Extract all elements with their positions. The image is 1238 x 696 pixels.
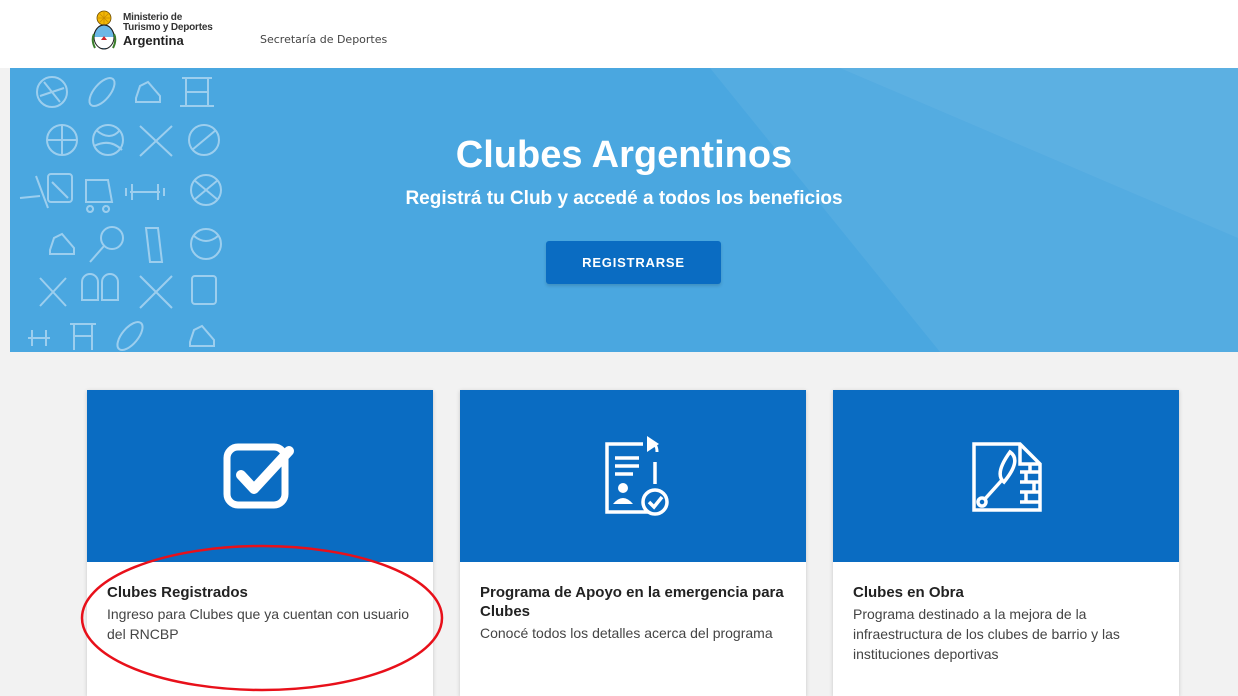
construction-trowel-icon [972,442,1042,512]
card-header [460,390,806,562]
card-description: Programa destinado a la mejora de la inf… [853,606,1120,662]
card-clubes-registrados[interactable]: Clubes Registrados Ingreso para Clubes q… [87,390,433,696]
card-title: Clubes Registrados [107,584,248,601]
logo-line-2: Turismo y Deportes [123,22,213,33]
sports-pattern-icon [19,76,222,352]
document-approval-icon [605,436,669,516]
hero-banner: Clubes Argentinos Registrá tu Club y acc… [10,68,1238,352]
hero-title: Clubes Argentinos [455,134,793,176]
card-header [87,390,433,562]
secretaria-link[interactable]: Secretaría de Deportes [260,33,387,46]
card-description: Ingreso para Clubes que ya cuentan con u… [107,606,409,642]
register-button[interactable]: REGISTRARSE [546,241,721,284]
card-header [833,390,1179,562]
checkbox-icon [223,443,294,509]
coat-of-arms-icon [91,10,117,50]
card-programa-apoyo[interactable]: Programa de Apoyo en la emergencia para … [460,390,806,696]
top-header: Ministerio de Turismo y Deportes Argenti… [0,0,1238,68]
ministry-logo[interactable]: Ministerio de Turismo y Deportes Argenti… [91,10,241,60]
card-title: Programa de Apoyo en la emergencia para … [480,584,784,620]
card-clubes-en-obra[interactable]: Clubes en Obra Programa destinado a la m… [833,390,1179,696]
hero-subtitle: Registrá tu Club y accedé a todos los be… [405,188,843,209]
card-description: Conocé todos los detalles acerca del pro… [480,625,773,641]
logo-line-3: Argentina [123,33,184,48]
card-title: Clubes en Obra [853,584,964,601]
